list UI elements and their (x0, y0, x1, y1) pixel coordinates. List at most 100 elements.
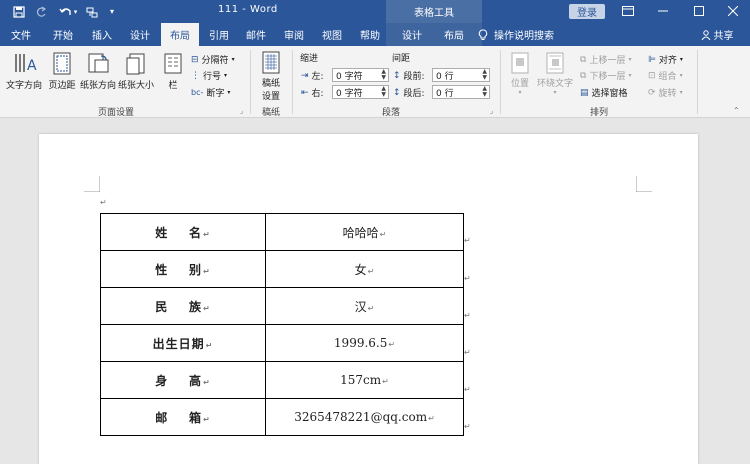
tab-file[interactable]: 文件 (4, 23, 38, 46)
table-cell-value[interactable]: 157cm↵ (265, 361, 464, 399)
text-direction-button[interactable]: A 文字方向 (6, 50, 42, 91)
document-title: 111 - Word (218, 4, 278, 15)
spacing-before-input[interactable]: 0 行 ▲ ▼ (432, 68, 490, 82)
group-separator (250, 50, 251, 114)
share-label: 共享 (713, 31, 734, 42)
person-icon (701, 29, 710, 40)
row-end-mark: ↵ (464, 311, 471, 320)
breaks-icon: ⊟ (191, 54, 199, 65)
close-icon[interactable] (722, 2, 744, 20)
minimize-icon[interactable] (652, 2, 674, 20)
ribbon-tabs: 文件 开始 插入 设计 布局 引用 邮件 审阅 视图 帮助 设计 布局 操作说明… (0, 23, 750, 46)
row-end-mark: ↵ (464, 236, 471, 245)
lightbulb-icon (478, 29, 488, 40)
bring-forward-icon: ⧉ (580, 54, 587, 65)
wrap-text-label: 环绕文字 (537, 79, 574, 89)
table-tools-title: 表格工具 (386, 0, 482, 23)
hyphenation-button[interactable]: bc- 断字 ▾ (191, 86, 230, 99)
collapse-ribbon-icon[interactable]: ⌃ (733, 106, 740, 115)
hyphenation-icon: bc- (191, 88, 204, 97)
bring-forward-button[interactable]: ⧉ 上移一层 ▾ (580, 53, 631, 67)
save-icon[interactable] (10, 3, 28, 20)
table-cell-label[interactable]: 出生日期↵ (100, 324, 266, 362)
redo-icon[interactable] (32, 3, 50, 20)
tab-mailings[interactable]: 邮件 (238, 23, 274, 46)
table-cell-value[interactable]: 哈哈哈↵ (265, 213, 464, 251)
columns-button[interactable]: 栏 (162, 50, 184, 91)
table-cell-value[interactable]: 汉↵ (265, 287, 464, 325)
orientation-label: 纸张方向 (80, 81, 117, 91)
share-button[interactable]: 共享 (697, 23, 737, 46)
wrap-text-button[interactable]: 环绕文字 ▾ (537, 50, 573, 96)
ribbon-layout: A 文字方向 页边距 纸张方向 纸张大小 栏 ⊟ 分隔符 ▾ ⋮ 行号 ▾ bc- 断字 ▾… (0, 46, 750, 118)
tab-help[interactable]: 帮助 (352, 23, 388, 46)
tab-view[interactable]: 视图 (314, 23, 350, 46)
draft-paper-icon (262, 51, 280, 74)
table-cell-value[interactable]: 1999.6.5↵ (265, 324, 464, 362)
tab-table-layout[interactable]: 布局 (434, 23, 474, 46)
table-cell-value[interactable]: 3265478221@qq.com↵ (265, 398, 464, 436)
ribbon-display-icon[interactable] (617, 2, 639, 20)
line-numbers-button[interactable]: ⋮ 行号 ▾ (191, 69, 227, 83)
spacing-after-input[interactable]: 0 行 ▲ ▼ (432, 85, 490, 99)
table-cell-label[interactable]: 身 高↵ (100, 361, 266, 399)
margins-button[interactable]: 页边距 (48, 50, 76, 91)
table-row: 民 族↵ 汉↵ (100, 287, 464, 325)
paragraph-launcher-icon[interactable]: ⌟ (490, 107, 493, 115)
table-cell-label[interactable]: 民 族↵ (100, 287, 266, 325)
send-backward-button[interactable]: ⧉ 下移一层 ▾ (580, 69, 631, 83)
table-cell-label[interactable]: 姓 名↵ (100, 213, 266, 251)
page-size-icon (126, 53, 145, 75)
document-page[interactable]: ↵ 姓 名↵ 哈哈哈↵ 性 别↵ 女↵ 民 族↵ 汉↵ 出生日期↵ 1999.6… (39, 134, 698, 464)
columns-label: 栏 (168, 81, 178, 91)
row-end-mark: ↵ (464, 385, 471, 394)
tab-home[interactable]: 开始 (45, 23, 81, 46)
undo-icon[interactable]: ▾ (55, 3, 81, 20)
indent-right-input[interactable]: 0 字符 ▲ ▼ (332, 85, 389, 99)
tab-insert[interactable]: 插入 (84, 23, 120, 46)
tab-table-design[interactable]: 设计 (392, 23, 432, 46)
login-button[interactable]: 登录 (569, 4, 605, 19)
align-button[interactable]: ⊫ 对齐 ▾ (648, 53, 683, 67)
table-row: 出生日期↵ 1999.6.5↵ (100, 324, 464, 362)
document-canvas[interactable]: ↵ 姓 名↵ 哈哈哈↵ 性 别↵ 女↵ 民 族↵ 汉↵ 出生日期↵ 1999.6… (0, 118, 750, 464)
table-row: 身 高↵ 157cm↵ (100, 361, 464, 399)
maximize-icon[interactable] (688, 2, 710, 20)
spacing-header: 间距 (392, 54, 411, 64)
table-cell-label[interactable]: 邮 箱↵ (100, 398, 266, 436)
tab-layout[interactable]: 布局 (161, 23, 199, 46)
tell-me-label: 操作说明搜索 (494, 31, 554, 42)
tab-references[interactable]: 引用 (201, 23, 237, 46)
page-setup-launcher-icon[interactable]: ⌟ (240, 107, 243, 115)
tab-design[interactable]: 设计 (122, 23, 158, 46)
columns-icon (164, 53, 182, 74)
breaks-button[interactable]: ⊟ 分隔符 ▾ (191, 53, 235, 67)
rotate-button[interactable]: ⟳ 旋转 ▾ (648, 86, 683, 100)
align-icon: ⊫ (648, 54, 656, 65)
group-separator (500, 50, 501, 114)
size-button[interactable]: 纸张大小 (118, 50, 154, 91)
spacing-before-label: ↕ 段前: (393, 70, 425, 83)
spacing-after-icon: ↕ (393, 87, 401, 98)
selection-pane-button[interactable]: ▤ 选择窗格 (580, 86, 628, 100)
table-cell-label[interactable]: 性 别↵ (100, 250, 266, 288)
tab-review[interactable]: 审阅 (276, 23, 312, 46)
customize-icon[interactable]: ▾ (106, 3, 118, 20)
position-button[interactable]: 位置 ▾ (508, 50, 532, 96)
spacing-after-label: ↕ 段后: (393, 87, 425, 100)
group-button[interactable]: ⊡ 组合 ▾ (648, 69, 683, 83)
group-separator (292, 50, 293, 114)
indent-right-icon: ⇤ (301, 87, 309, 98)
draft-group-label: 稿纸 (262, 108, 281, 118)
tell-me-search[interactable]: 操作说明搜索 (478, 23, 578, 46)
margins-icon (53, 52, 71, 75)
margin-corner-top-left (84, 176, 100, 192)
info-table[interactable]: 姓 名↵ 哈哈哈↵ 性 别↵ 女↵ 民 族↵ 汉↵ 出生日期↵ 1999.6.5… (100, 213, 464, 436)
text-direction-label: 文字方向 (6, 81, 43, 91)
table-cell-value[interactable]: 女↵ (265, 250, 464, 288)
draft-settings-button[interactable]: 稿纸 设置 (259, 50, 283, 102)
indent-left-input[interactable]: 0 字符 ▲ ▼ (332, 68, 389, 82)
format-painter-icon[interactable] (84, 3, 100, 20)
paragraph-group-label: 段落 (382, 108, 401, 118)
orientation-button[interactable]: 纸张方向 (80, 50, 116, 91)
